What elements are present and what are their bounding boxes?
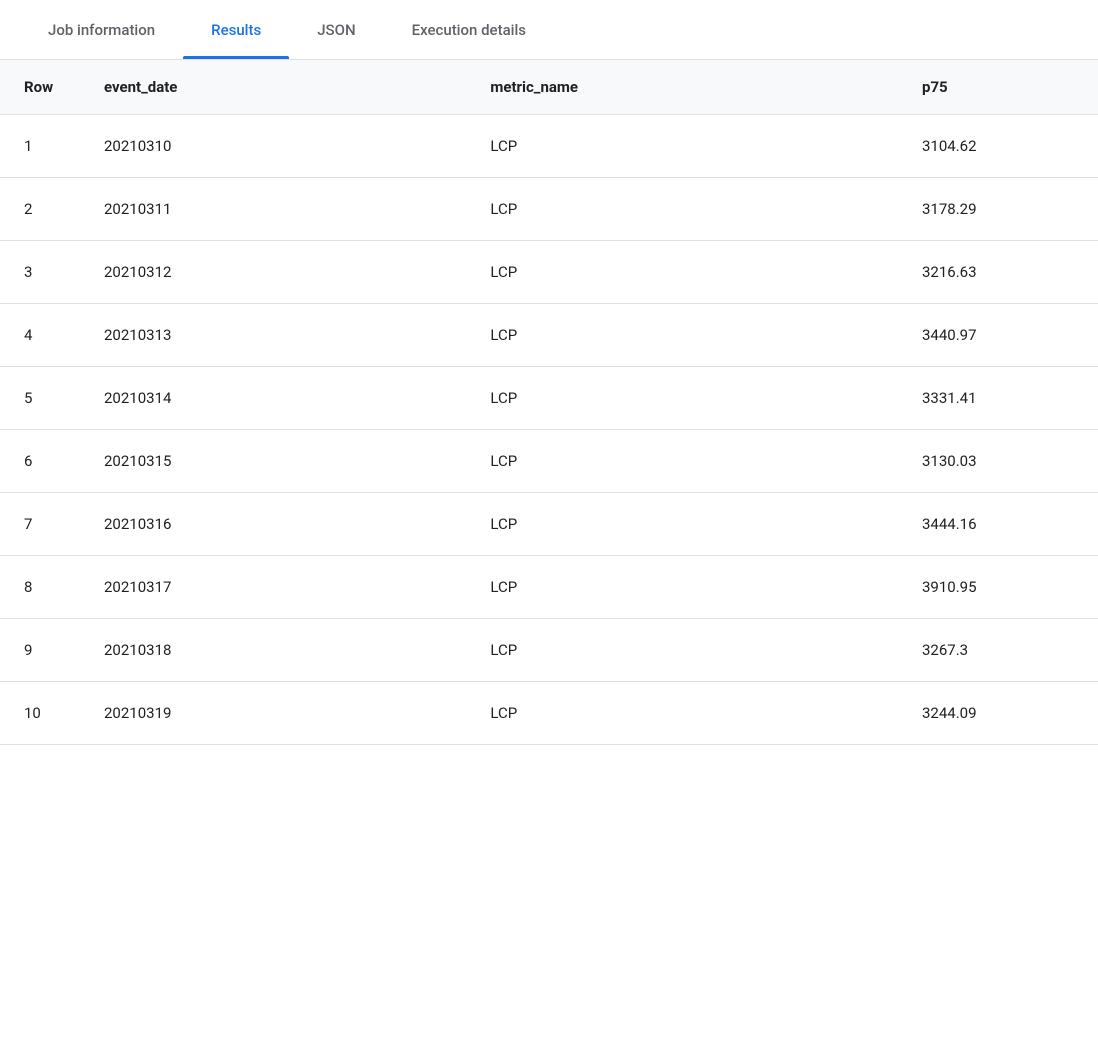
column-header-row: Row (0, 60, 80, 115)
cell-metric_name: LCP (466, 304, 898, 367)
cell-event_date: 20210319 (80, 682, 466, 745)
column-header-event_date: event_date (80, 60, 466, 115)
table-row: 120210310LCP3104.62 (0, 115, 1098, 178)
cell-p75: 3130.03 (898, 430, 1098, 493)
cell-row: 7 (0, 493, 80, 556)
cell-metric_name: LCP (466, 241, 898, 304)
cell-row: 2 (0, 178, 80, 241)
cell-p75: 3244.09 (898, 682, 1098, 745)
cell-p75: 3216.63 (898, 241, 1098, 304)
cell-metric_name: LCP (466, 619, 898, 682)
cell-row: 8 (0, 556, 80, 619)
cell-event_date: 20210310 (80, 115, 466, 178)
cell-metric_name: LCP (466, 556, 898, 619)
tab-results[interactable]: Results (183, 0, 289, 59)
table-row: 720210316LCP3444.16 (0, 493, 1098, 556)
cell-p75: 3444.16 (898, 493, 1098, 556)
results-table: Rowevent_datemetric_namep75 120210310LCP… (0, 60, 1098, 745)
table-row: 420210313LCP3440.97 (0, 304, 1098, 367)
cell-event_date: 20210312 (80, 241, 466, 304)
table-container: Rowevent_datemetric_namep75 120210310LCP… (0, 60, 1098, 745)
cell-row: 10 (0, 682, 80, 745)
tab-json[interactable]: JSON (289, 0, 383, 59)
table-row: 520210314LCP3331.41 (0, 367, 1098, 430)
cell-row: 9 (0, 619, 80, 682)
table-row: 920210318LCP3267.3 (0, 619, 1098, 682)
cell-p75: 3267.3 (898, 619, 1098, 682)
table-row: 620210315LCP3130.03 (0, 430, 1098, 493)
table-body: 120210310LCP3104.62220210311LCP3178.2932… (0, 115, 1098, 745)
cell-metric_name: LCP (466, 115, 898, 178)
column-header-metric_name: metric_name (466, 60, 898, 115)
cell-row: 5 (0, 367, 80, 430)
cell-event_date: 20210313 (80, 304, 466, 367)
cell-p75: 3331.41 (898, 367, 1098, 430)
cell-p75: 3440.97 (898, 304, 1098, 367)
table-row: 220210311LCP3178.29 (0, 178, 1098, 241)
cell-metric_name: LCP (466, 178, 898, 241)
cell-event_date: 20210314 (80, 367, 466, 430)
cell-p75: 3178.29 (898, 178, 1098, 241)
tab-execution-details[interactable]: Execution details (384, 0, 554, 59)
cell-event_date: 20210315 (80, 430, 466, 493)
cell-p75: 3104.62 (898, 115, 1098, 178)
cell-metric_name: LCP (466, 430, 898, 493)
column-header-p75: p75 (898, 60, 1098, 115)
cell-metric_name: LCP (466, 367, 898, 430)
table-row: 320210312LCP3216.63 (0, 241, 1098, 304)
cell-row: 1 (0, 115, 80, 178)
cell-row: 6 (0, 430, 80, 493)
table-header: Rowevent_datemetric_namep75 (0, 60, 1098, 115)
header-row: Rowevent_datemetric_namep75 (0, 60, 1098, 115)
table-row: 820210317LCP3910.95 (0, 556, 1098, 619)
cell-event_date: 20210318 (80, 619, 466, 682)
cell-event_date: 20210317 (80, 556, 466, 619)
cell-metric_name: LCP (466, 493, 898, 556)
cell-p75: 3910.95 (898, 556, 1098, 619)
tabs-container: Job informationResultsJSONExecution deta… (0, 0, 1098, 60)
cell-event_date: 20210316 (80, 493, 466, 556)
table-row: 1020210319LCP3244.09 (0, 682, 1098, 745)
cell-metric_name: LCP (466, 682, 898, 745)
cell-row: 4 (0, 304, 80, 367)
tab-job-information[interactable]: Job information (20, 0, 183, 59)
cell-event_date: 20210311 (80, 178, 466, 241)
cell-row: 3 (0, 241, 80, 304)
